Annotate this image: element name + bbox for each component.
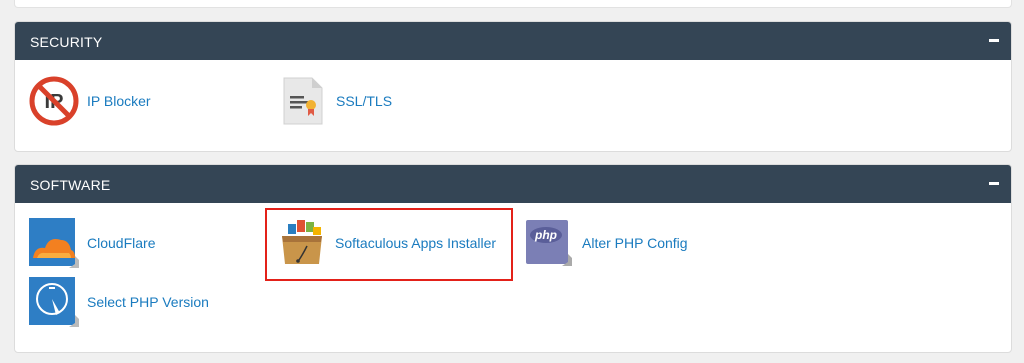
ssl-tls-item[interactable]: SSL/TLS — [278, 76, 392, 126]
software-panel-header[interactable]: SOFTWARE — [15, 165, 1011, 203]
previous-panel-edge — [14, 0, 1012, 8]
security-panel: SECURITY IP IP Blocker SSL/TLS — [14, 21, 1012, 152]
alter-php-config-item[interactable]: php Alter PHP Config — [524, 218, 688, 268]
alter-php-config-link[interactable]: Alter PHP Config — [582, 235, 688, 251]
highlight-box — [265, 208, 513, 281]
security-panel-title: SECURITY — [30, 34, 103, 50]
svg-text:php: php — [534, 228, 557, 242]
select-php-version-link[interactable]: Select PHP Version — [87, 294, 209, 310]
ip-blocker-icon: IP — [29, 76, 79, 126]
cloudflare-link[interactable]: CloudFlare — [87, 235, 155, 251]
ip-blocker-item[interactable]: IP IP Blocker — [29, 76, 151, 126]
software-collapse-button[interactable] — [987, 177, 1001, 191]
security-panel-header[interactable]: SECURITY — [15, 22, 1011, 60]
ip-blocker-link[interactable]: IP Blocker — [87, 93, 151, 109]
minus-icon — [989, 182, 999, 185]
php-version-gauge-icon — [29, 277, 79, 327]
php-config-icon: php — [526, 220, 572, 266]
software-panel-title: SOFTWARE — [30, 177, 111, 193]
select-php-version-item[interactable]: Select PHP Version — [29, 277, 209, 327]
cloudflare-item[interactable]: CloudFlare — [29, 218, 155, 268]
security-collapse-button[interactable] — [987, 34, 1001, 48]
minus-icon — [989, 39, 999, 42]
cloudflare-icon — [29, 218, 79, 268]
ssl-tls-link[interactable]: SSL/TLS — [336, 93, 392, 109]
ssl-tls-certificate-icon — [283, 77, 323, 125]
software-panel: SOFTWARE CloudFlare Softaculous Apps Ins… — [14, 164, 1012, 353]
